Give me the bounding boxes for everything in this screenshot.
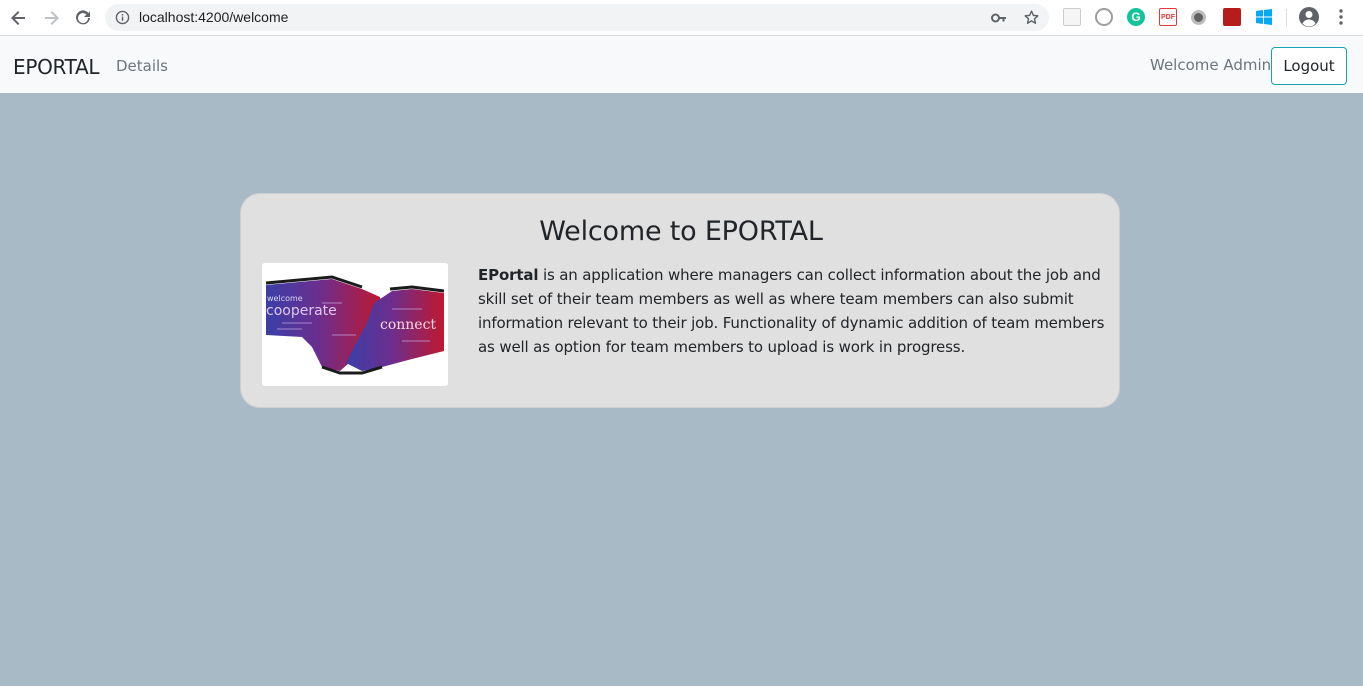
info-icon bbox=[115, 10, 130, 25]
arrow-right-icon bbox=[45, 11, 59, 25]
reload-button[interactable] bbox=[71, 6, 95, 30]
welcome-user-text: Welcome Admin bbox=[1150, 56, 1272, 74]
image-word-cooperate: cooperate bbox=[266, 303, 337, 319]
star-icon[interactable] bbox=[1023, 9, 1040, 26]
handshake-image: welcome cooperate connect bbox=[262, 263, 448, 386]
menu-button[interactable] bbox=[1333, 8, 1349, 26]
profile-button[interactable] bbox=[1298, 6, 1320, 28]
extension-disc-icon[interactable] bbox=[1191, 10, 1206, 25]
card-description: EPortal is an application where managers… bbox=[478, 263, 1106, 359]
acrobat-icon[interactable] bbox=[1223, 8, 1241, 26]
grammarly-icon[interactable]: G bbox=[1127, 8, 1145, 26]
reload-icon bbox=[76, 10, 90, 25]
nav-link-details[interactable]: Details bbox=[116, 57, 168, 75]
extension-circle-icon[interactable] bbox=[1095, 8, 1113, 26]
windows-icon[interactable] bbox=[1255, 8, 1273, 26]
image-word-connect: connect bbox=[380, 317, 436, 333]
address-bar[interactable]: localhost:4200/welcome bbox=[105, 4, 1049, 31]
forward-button[interactable] bbox=[39, 6, 63, 30]
key-icon[interactable] bbox=[991, 11, 1007, 25]
navbar-brand[interactable]: EPORTAL bbox=[13, 55, 100, 79]
extension-grid-icon[interactable] bbox=[1063, 8, 1081, 26]
extension-badge-icon[interactable]: PDF bbox=[1159, 8, 1177, 26]
card-description-text: is an application where managers can col… bbox=[478, 266, 1105, 356]
handshake-illustration: welcome cooperate connect bbox=[262, 263, 448, 386]
address-url: localhost:4200/welcome bbox=[139, 9, 289, 25]
arrow-left-icon bbox=[11, 11, 25, 25]
browser-toolbar: localhost:4200/welcome G PDF bbox=[0, 0, 1363, 36]
logout-button[interactable]: Logout bbox=[1271, 47, 1347, 85]
app-navbar: EPORTAL Details Welcome Admin Logout bbox=[0, 36, 1363, 93]
welcome-card: Welcome to EPORTAL welcome cooperate con… bbox=[240, 193, 1120, 408]
kebab-menu-icon bbox=[1339, 9, 1343, 25]
card-title: Welcome to EPORTAL bbox=[539, 216, 823, 247]
toolbar-divider bbox=[1286, 9, 1287, 27]
account-circle-icon bbox=[1299, 7, 1319, 27]
back-button[interactable] bbox=[7, 6, 31, 30]
image-word-welcome: welcome bbox=[267, 294, 303, 303]
card-description-strong: EPortal bbox=[478, 266, 539, 284]
